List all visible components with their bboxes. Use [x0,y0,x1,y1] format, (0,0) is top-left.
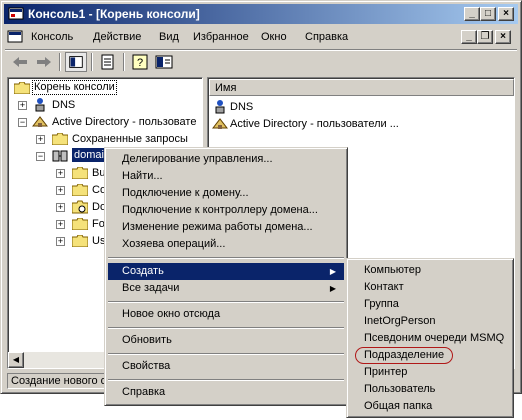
tree-saved-label: Сохраненные запросы [72,133,188,145]
submenu-arrow-icon: ▶ [329,284,336,293]
menu-console[interactable]: Консоль [31,31,73,43]
export-list-icon[interactable] [97,52,119,72]
menu-item-operations-masters[interactable]: Хозяева операций... [108,236,344,253]
child-close-button[interactable]: × [495,30,511,44]
domain-icon [52,150,68,162]
scroll-left-button[interactable]: ◀ [8,352,24,368]
minimize-button[interactable]: _ [464,7,480,21]
menu-item-raise-functional-level[interactable]: Изменение режима работы домена... [108,219,344,236]
menu-bar: Консоль Действие Вид Избранное Окно Спра… [5,27,517,47]
highlight-oval [355,347,453,364]
console-app-icon [8,7,24,20]
create-submenu: Компьютер Контакт Группа InetOrgPerson П… [346,258,514,418]
submenu-item-user[interactable]: Пользователь [350,381,510,398]
expand-icon[interactable]: + [56,203,65,212]
status-text: Создание нового о [7,373,107,389]
active-directory-icon [32,116,48,127]
menu-item-all-tasks-label: Все задачи [122,282,180,294]
dns-server-icon [215,100,225,114]
submenu-item-msmq-alias[interactable]: Псевдоним очереди MSMQ [350,330,510,347]
svg-text:?: ? [137,57,143,69]
menu-help[interactable]: Справка [305,31,348,43]
list-item-label: Active Directory - пользователи ... [230,118,399,130]
context-menu: Делегирование управления... Найти... Под… [104,147,348,406]
child-minimize-button[interactable]: _ [461,30,477,44]
toolbar-separator [123,53,125,71]
toolbar: ? [5,49,517,73]
child-restore-button[interactable]: ❐ [477,30,493,44]
submenu-arrow-icon: ▶ [329,267,336,276]
menu-separator [108,257,344,259]
submenu-item-inetorgperson[interactable]: InetOrgPerson [350,313,510,330]
toolbar-separator [59,53,61,71]
menu-item-find[interactable]: Найти... [108,168,344,185]
folder-icon [14,82,30,94]
domain-controllers-icon [72,200,88,214]
tree-dns-label: DNS [52,99,76,111]
expand-icon[interactable]: + [56,237,65,246]
column-header-name[interactable]: Имя [209,79,514,96]
help-icon[interactable]: ? [129,52,151,72]
submenu-item-group[interactable]: Группа [350,296,510,313]
console-menu-icon[interactable] [7,29,23,45]
active-directory-icon [212,118,228,129]
menu-separator [108,327,344,329]
tree-ad-label: Active Directory - пользовате [52,116,197,128]
close-button[interactable]: × [498,7,514,21]
expand-icon[interactable]: + [36,135,45,144]
forward-arrow-icon[interactable] [33,52,55,72]
menu-item-create-label: Создать [122,265,164,277]
folder-icon [72,235,88,247]
maximize-button[interactable]: □ [480,7,496,21]
menu-separator [108,379,344,381]
folder-icon [72,184,88,196]
window-title: Консоль1 - [Корень консоли] [28,7,200,21]
menu-separator [108,301,344,303]
dns-server-icon [35,98,45,112]
menu-separator [108,353,344,355]
menu-item-create[interactable]: Создать ▶ [108,263,344,280]
collapse-icon[interactable]: − [36,152,45,161]
menu-item-help[interactable]: Справка [108,384,344,401]
folder-icon [52,133,68,145]
menu-item-connect-domain[interactable]: Подключение к домену... [108,185,344,202]
properties-icon[interactable] [153,52,175,72]
menu-item-refresh[interactable]: Обновить [108,332,344,349]
expand-icon[interactable]: + [18,101,27,110]
toolbar-separator [91,53,93,71]
menu-window[interactable]: Окно [261,31,287,43]
tree-root-label: Корень консоли [32,80,117,95]
submenu-item-computer[interactable]: Компьютер [350,262,510,279]
title-bar[interactable]: Консоль1 - [Корень консоли] _ □ × [4,4,518,24]
submenu-item-printer[interactable]: Принтер [350,364,510,381]
submenu-item-shared-folder[interactable]: Общая папка [350,398,510,415]
expand-icon[interactable]: + [56,220,65,229]
collapse-icon[interactable]: − [18,118,27,127]
menu-action[interactable]: Действие [93,31,141,43]
submenu-item-contact[interactable]: Контакт [350,279,510,296]
folder-icon [72,218,88,230]
menu-item-new-window[interactable]: Новое окно отсюда [108,306,344,323]
menu-item-properties[interactable]: Свойства [108,358,344,375]
tree-child-label: Fo [92,218,105,230]
folder-icon [72,167,88,179]
list-item-label: DNS [230,101,254,113]
show-tree-icon[interactable] [65,52,87,72]
expand-icon[interactable]: + [56,169,65,178]
menu-favorites[interactable]: Избранное [193,31,249,43]
menu-item-all-tasks[interactable]: Все задачи ▶ [108,280,344,297]
menu-item-delegate[interactable]: Делегирование управления... [108,151,344,168]
menu-item-connect-dc[interactable]: Подключение к контроллеру домена... [108,202,344,219]
column-header-label: Имя [215,82,237,94]
expand-icon[interactable]: + [56,186,65,195]
menu-view[interactable]: Вид [159,31,179,43]
back-arrow-icon[interactable] [9,52,31,72]
